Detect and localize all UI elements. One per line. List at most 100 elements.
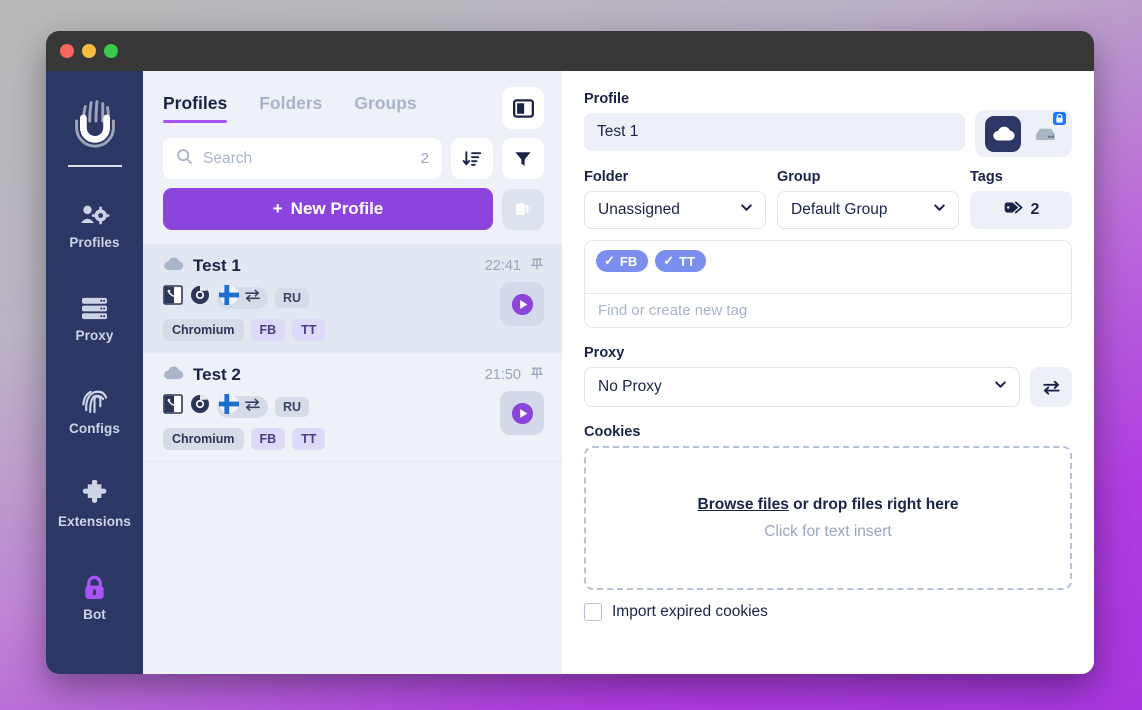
proxy-value: No Proxy <box>598 378 662 395</box>
profile-row-header: Test 1 22:41 <box>163 256 544 276</box>
folder-field-label: Folder <box>584 169 629 185</box>
sidebar-item-profiles[interactable]: Profiles <box>46 189 143 259</box>
tags-field-label: Tags <box>970 169 1003 185</box>
proxy-location-pill <box>217 394 268 419</box>
cloud-storage-button[interactable] <box>985 115 1021 152</box>
maximize-window-button[interactable] <box>104 44 118 58</box>
panel-layout-icon[interactable] <box>502 87 544 129</box>
play-icon <box>511 293 533 315</box>
profile-row-tags: Chromium FB TT <box>163 319 544 341</box>
profile-name-group: Profile <box>584 91 965 151</box>
check-icon: ✓ <box>604 253 615 268</box>
dropzone-rest-text: or drop files right here <box>788 495 959 513</box>
dropzone-hint-text[interactable]: Click for text insert <box>764 523 891 541</box>
chrome-icon <box>190 285 210 310</box>
tag-search-input[interactable] <box>585 293 1071 327</box>
new-profile-label: New Profile <box>290 199 384 218</box>
profile-tag-tt: TT <box>292 319 326 341</box>
profile-tag-browser: Chromium <box>163 428 244 450</box>
cookies-field-label: Cookies <box>584 424 641 440</box>
window-titlebar <box>46 31 1094 71</box>
profile-row-test-1[interactable]: Test 1 22:41 RU Chromium FB TT <box>143 244 562 353</box>
sidebar-divider <box>67 165 122 167</box>
profile-row-header: Test 2 21:50 <box>163 365 544 385</box>
finland-flag-icon <box>219 394 239 419</box>
tag-chip-label: TT <box>679 253 696 269</box>
sidebar-label-configs: Configs <box>69 421 120 436</box>
import-expired-label: Import expired cookies <box>612 603 768 620</box>
run-profile-button[interactable] <box>500 391 544 435</box>
tabs-row: Profiles Folders Groups <box>143 71 562 129</box>
group-select[interactable]: Default Group <box>777 191 959 229</box>
group-group: Group Default Group <box>777 169 959 229</box>
sidebar-label-extensions: Extensions <box>57 514 132 529</box>
import-expired-checkbox[interactable] <box>584 603 602 621</box>
search-box[interactable]: 2 <box>163 138 442 179</box>
meta-row: Folder Unassigned Group Default Group Ta… <box>584 169 1072 229</box>
browse-files-link[interactable]: Browse files <box>698 496 789 513</box>
sidebar-item-proxy[interactable]: Proxy <box>46 282 143 352</box>
fingerprint-icon <box>79 386 111 416</box>
lock-icon <box>79 572 111 602</box>
profile-tag-fb: FB <box>250 428 286 450</box>
cookies-dropzone[interactable]: Browse files or drop files right here Cl… <box>584 446 1072 590</box>
puzzle-icon <box>79 479 111 509</box>
profile-time: 21:50 <box>484 367 521 383</box>
language-badge: RU <box>275 396 310 417</box>
profile-row-test-2[interactable]: Test 2 21:50 RU Chromium FB TT <box>143 353 562 462</box>
storage-type-toggle <box>975 110 1072 157</box>
search-result-count: 2 <box>420 150 429 167</box>
search-icon <box>176 148 193 170</box>
profile-row-icons: RU <box>163 394 544 419</box>
proxy-section: Proxy No Proxy <box>584 345 1072 407</box>
group-field-label: Group <box>777 169 821 185</box>
pin-icon[interactable] <box>530 257 544 276</box>
tags-chip-list: ✓ FB ✓ TT <box>585 241 1071 293</box>
tag-chip-fb[interactable]: ✓ FB <box>596 250 649 272</box>
tags-button[interactable]: 2 <box>970 191 1072 229</box>
filter-funnel-icon[interactable] <box>502 138 544 179</box>
profile-list: Test 1 22:41 RU Chromium FB TT Test 2 21… <box>143 244 562 674</box>
profile-name-input[interactable] <box>584 113 965 151</box>
pin-icon[interactable] <box>530 366 544 385</box>
profile-name: Test 2 <box>193 365 241 384</box>
search-row: 2 <box>143 129 562 179</box>
window-body: Profiles Proxy Configs Extensions Bot Pr… <box>46 71 1094 674</box>
search-input[interactable] <box>203 149 411 168</box>
tab-groups[interactable]: Groups <box>354 93 416 123</box>
folder-select[interactable]: Unassigned <box>584 191 766 229</box>
transfer-arrows-icon <box>244 288 261 308</box>
check-icon: ✓ <box>663 253 675 268</box>
close-window-button[interactable] <box>60 44 74 58</box>
cards-view-icon[interactable] <box>502 188 544 230</box>
application-window: Profiles Proxy Configs Extensions Bot Pr… <box>46 31 1094 674</box>
transfer-arrows-icon <box>1042 380 1060 395</box>
dropzone-primary-text: Browse files or drop files right here <box>698 496 959 514</box>
sidebar-item-extensions[interactable]: Extensions <box>46 468 143 538</box>
chevron-down-icon <box>993 377 1008 397</box>
minimize-window-button[interactable] <box>82 44 96 58</box>
tab-folders[interactable]: Folders <box>259 93 322 123</box>
import-expired-row: Import expired cookies <box>584 603 1072 621</box>
transfer-arrows-icon <box>244 397 261 417</box>
finland-flag-icon <box>219 285 239 310</box>
proxy-select[interactable]: No Proxy <box>584 367 1020 407</box>
sort-descending-icon[interactable] <box>451 138 493 179</box>
group-value: Default Group <box>791 201 888 218</box>
new-profile-button[interactable]: + New Profile <box>163 188 493 230</box>
macos-window-icon <box>163 285 183 310</box>
proxy-swap-button[interactable] <box>1030 367 1072 407</box>
play-icon <box>511 402 533 424</box>
sidebar-nav: Profiles Proxy Configs Extensions Bot <box>46 71 143 674</box>
profile-row-icons: RU <box>163 285 544 310</box>
run-profile-button[interactable] <box>500 282 544 326</box>
tags-panel: ✓ FB ✓ TT <box>584 240 1072 328</box>
sidebar-label-profiles: Profiles <box>69 235 120 250</box>
local-storage-button[interactable] <box>1028 111 1066 151</box>
tag-chip-tt[interactable]: ✓ TT <box>655 250 707 272</box>
sidebar-item-bot[interactable]: Bot <box>46 561 143 631</box>
profile-detail-panel: Profile Test 1 Folder Unassigned Group D… <box>562 71 1094 674</box>
tab-profiles[interactable]: Profiles <box>163 93 228 123</box>
sidebar-item-configs[interactable]: Configs <box>46 375 143 445</box>
plus-icon: + <box>272 199 283 218</box>
